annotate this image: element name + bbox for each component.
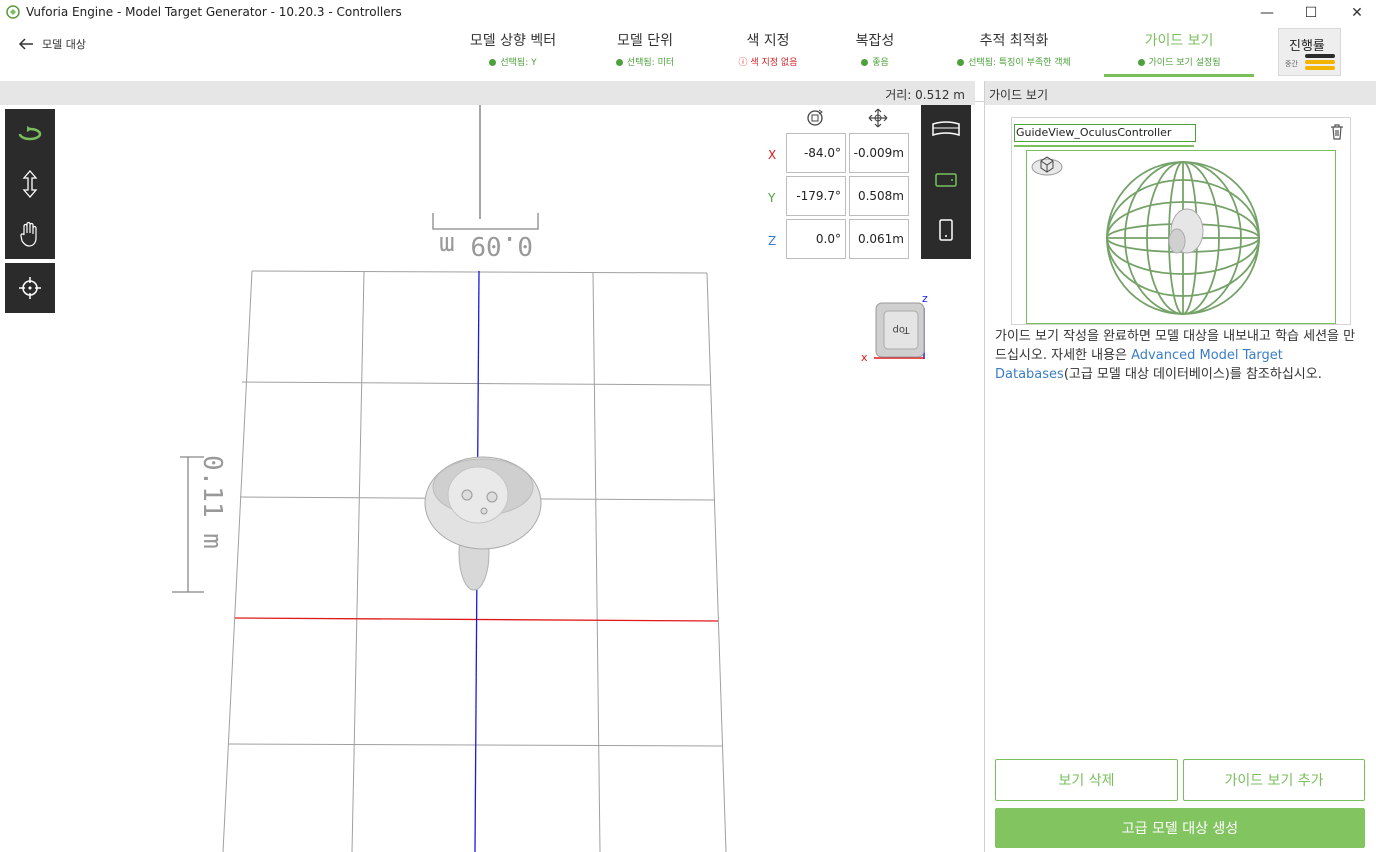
hand-icon xyxy=(20,221,37,247)
step-coloring[interactable]: 색 지정 ⓘ 색 지정 없음 xyxy=(726,30,810,68)
step-status: 선택됨: 미터 xyxy=(626,58,675,68)
focus-toolbar xyxy=(5,263,55,313)
step-up-vector[interactable]: 모델 상향 벡터 선택됨: Y xyxy=(466,30,560,68)
tablet-device-button[interactable] xyxy=(921,155,971,205)
name-underline xyxy=(1014,145,1194,147)
arrow-left-icon xyxy=(18,38,33,50)
back-label: 모델 대상 xyxy=(42,38,86,51)
hmd-device-button[interactable] xyxy=(921,105,971,155)
progress-bar-3 xyxy=(1305,66,1335,70)
zoom-tool[interactable] xyxy=(5,159,55,209)
step-status: 색 지정 없음 xyxy=(750,58,798,68)
crosshair-icon xyxy=(19,277,41,299)
3d-viewport[interactable]: 거리: 0.512 m 0.09 m 0.11 m Top z x X Y Z … xyxy=(0,81,975,852)
guide-view-panel: 가이드 보기 GuideView_OculusController 가이드 보기… xyxy=(984,81,1376,852)
left-scale-label: 0.11 m xyxy=(197,455,227,549)
progress-level-label: 중간 xyxy=(1285,60,1298,68)
step-status: 선택됨: Y xyxy=(500,58,537,68)
distance-readout: 거리: 0.512 m xyxy=(885,88,965,102)
cube-z-label: z xyxy=(922,292,928,305)
status-ok-icon xyxy=(1137,59,1145,66)
cube-face-label: Top xyxy=(893,324,911,335)
add-guide-view-button[interactable]: 가이드 보기 추가 xyxy=(1183,759,1365,801)
cube-view-icon xyxy=(1031,156,1063,176)
position-y-field[interactable]: 0.508m xyxy=(849,176,909,216)
rotation-icon xyxy=(807,109,823,126)
step-label: 색 지정 xyxy=(746,33,790,49)
back-to-model-target-button[interactable]: 모델 대상 xyxy=(18,36,86,52)
progress-bar-1 xyxy=(1305,54,1335,58)
phone-device-button[interactable] xyxy=(921,205,971,255)
tablet-icon xyxy=(935,173,957,187)
orbit-tool[interactable] xyxy=(5,109,55,159)
rotation-y-field[interactable]: -179.7° xyxy=(786,176,846,216)
guide-view-preview xyxy=(1031,156,1260,315)
close-button[interactable]: ✕ xyxy=(1334,0,1376,26)
scene-canvas: 0.09 m 0.11 m Top z x xyxy=(172,105,928,852)
vuforia-logo-icon xyxy=(6,5,20,19)
warning-icon: ⓘ xyxy=(738,58,751,68)
guide-view-thumbnail[interactable] xyxy=(1026,150,1336,324)
guide-view-card[interactable]: GuideView_OculusController xyxy=(1011,117,1351,325)
status-ok-icon xyxy=(861,59,869,66)
step-label: 가이드 보기 xyxy=(1144,33,1214,49)
y-axis-label: Y xyxy=(768,191,776,205)
status-ok-icon xyxy=(957,59,965,66)
panel-title: 가이드 보기 xyxy=(989,88,1049,102)
window-title: Vuforia Engine - Model Target Generator … xyxy=(26,5,402,19)
cube-x-label: x xyxy=(861,351,868,364)
step-complexity[interactable]: 복잡성 좋음 xyxy=(846,30,904,68)
orientation-cube[interactable]: Top z x xyxy=(861,292,928,364)
z-axis-label: Z xyxy=(768,234,777,248)
title-bar: Vuforia Engine - Model Target Generator … xyxy=(0,0,1376,26)
progress-label: 진행률 xyxy=(1289,39,1325,54)
step-status: 선택됨: 특징이 부족한 객체 xyxy=(968,58,1071,68)
maximize-button[interactable]: ☐ xyxy=(1288,0,1334,26)
rotation-x-field[interactable]: -84.0° xyxy=(786,133,846,173)
minimize-button[interactable]: — xyxy=(1244,0,1290,26)
controller-thumbnail xyxy=(1168,208,1204,254)
distance-bar: 거리: 0.512 m xyxy=(0,81,975,105)
device-toolbar xyxy=(921,105,971,259)
guide-view-name-input[interactable]: GuideView_OculusController xyxy=(1014,124,1196,142)
step-label: 모델 상향 벡터 xyxy=(469,33,557,49)
rotate-icon xyxy=(18,126,42,141)
guide-view-description: 가이드 보기 작성을 완료하면 모델 대상을 내보내고 학습 세션을 만드십시오… xyxy=(995,327,1367,384)
status-ok-icon xyxy=(615,59,623,66)
move-icon xyxy=(868,108,888,128)
pan-tool[interactable] xyxy=(5,209,55,259)
rotation-z-field[interactable]: 0.0° xyxy=(786,219,846,259)
navigation-toolbar xyxy=(5,109,55,259)
phone-icon xyxy=(939,219,953,241)
step-model-units[interactable]: 모델 단위 선택됨: 미터 xyxy=(600,30,690,68)
active-step-underline xyxy=(1104,74,1254,77)
focus-tool[interactable] xyxy=(5,263,55,313)
step-status: 가이드 보기 설정됨 xyxy=(1148,58,1221,68)
position-z-field[interactable]: 0.061m xyxy=(849,219,909,259)
panel-header: 가이드 보기 xyxy=(985,81,1376,105)
delete-view-button[interactable]: 보기 삭제 xyxy=(995,759,1178,801)
description-text-suffix: (고급 모델 대상 데이터베이스)를 참조하십시오. xyxy=(1063,367,1322,382)
workflow-nav: 모델 대상 모델 상향 벡터 선택됨: Y 모델 단위 선택됨: 미터 색 지정… xyxy=(0,26,1376,102)
progress-indicator[interactable]: 진행률 중간 xyxy=(1278,28,1341,76)
step-tracking-optimization[interactable]: 추적 최적화 선택됨: 특징이 부족한 객체 xyxy=(950,30,1078,68)
controller-model[interactable] xyxy=(424,456,542,591)
position-x-field[interactable]: -0.009m xyxy=(849,133,909,173)
vertical-arrows-icon xyxy=(22,170,38,198)
create-advanced-model-target-button[interactable]: 고급 모델 대상 생성 xyxy=(995,808,1365,848)
trash-icon[interactable] xyxy=(1330,124,1344,140)
step-guide-view[interactable]: 가이드 보기 가이드 보기 설정됨 xyxy=(1104,30,1254,77)
headset-icon xyxy=(932,121,960,137)
status-ok-icon xyxy=(489,59,497,66)
x-axis-label: X xyxy=(768,148,777,162)
progress-bar-2 xyxy=(1305,60,1335,64)
step-label: 추적 최적화 xyxy=(979,33,1049,49)
top-scale-label: 0.09 m xyxy=(439,230,533,260)
step-label: 복잡성 xyxy=(855,33,895,49)
step-label: 모델 단위 xyxy=(617,33,673,49)
step-status: 좋음 xyxy=(872,58,889,68)
